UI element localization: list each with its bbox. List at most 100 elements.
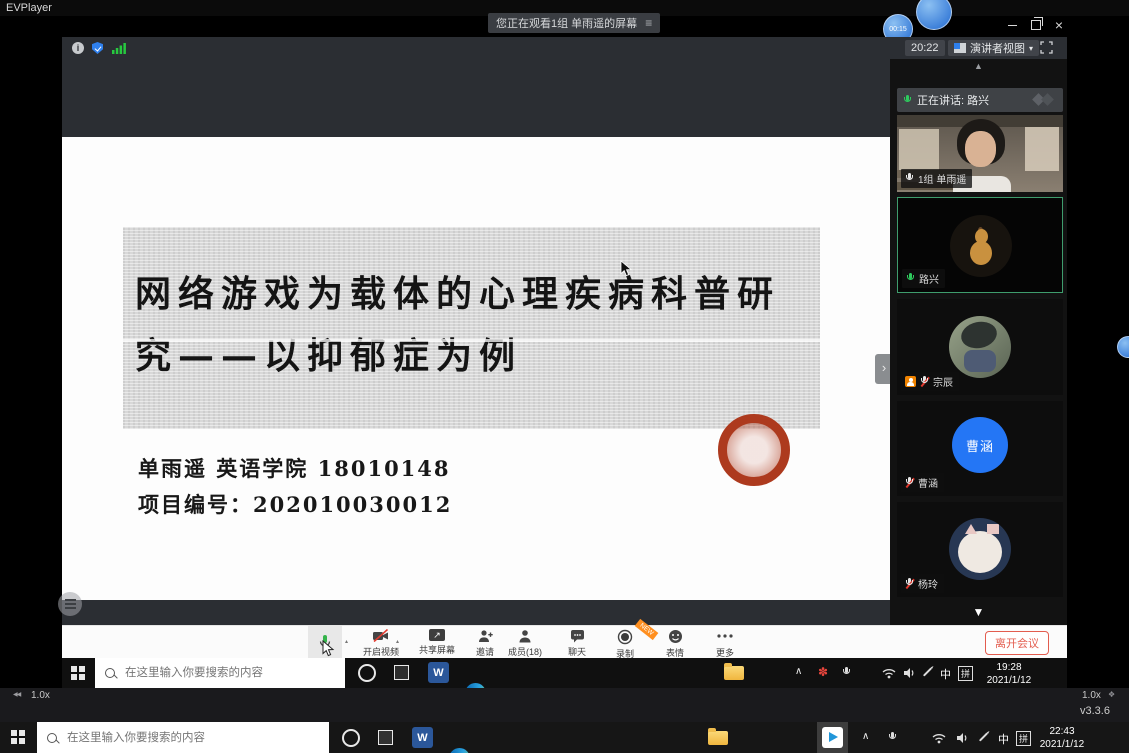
meeting-toolbar: ▴ 开启视频 ▴ ↗ 共享屏幕 邀请 (62, 625, 1067, 658)
shield-icon[interactable] (92, 42, 103, 54)
more-icon (717, 629, 733, 644)
search-icon (47, 733, 57, 743)
evplayer-taskbar-icon[interactable] (817, 722, 848, 753)
volume-icon[interactable] (903, 667, 916, 679)
tray-expand-icon[interactable]: ∧ (795, 666, 802, 677)
tray-expand-icon[interactable]: ∧ (862, 731, 869, 742)
slide-project-number: 项目编号：202010030012 (138, 489, 452, 519)
restore-button[interactable] (1027, 19, 1045, 33)
floating-bubble[interactable] (916, 0, 952, 30)
avatar (950, 215, 1012, 277)
fullscreen-icon[interactable] (1040, 41, 1053, 54)
ime-mode-icon[interactable]: 拼 (1016, 731, 1031, 746)
members-button[interactable]: 成员(18) (502, 629, 548, 658)
presentation-slide: 网络游戏为载体的心理疾病科普研 究——以抑郁症为例 单雨遥 英语学院 18010… (62, 137, 890, 600)
participant-label: 路兴 (902, 269, 945, 288)
participant-tile[interactable]: 曹涵 曹涵 (897, 401, 1063, 496)
system-clock[interactable]: 22:43 2021/1/12 (1032, 726, 1092, 751)
task-view-icon[interactable] (378, 730, 393, 745)
scroll-up-arrow[interactable]: ▲ (890, 61, 1067, 71)
share-screen-button[interactable]: ↗ 共享屏幕 (414, 629, 460, 656)
ime-language-icon[interactable]: 中 (940, 666, 951, 682)
emoji-button[interactable]: 表情 (652, 629, 698, 659)
cortana-icon[interactable] (342, 729, 360, 747)
more-button[interactable]: 更多 (702, 629, 748, 659)
task-view-icon[interactable] (394, 665, 409, 680)
chat-button[interactable]: 聊天 (554, 629, 600, 658)
participant-name: 1组 单雨遥 (918, 171, 966, 186)
windows-start-icon[interactable] (71, 666, 85, 680)
minimize-icon (1008, 25, 1017, 27)
volume-icon[interactable] (956, 732, 969, 744)
search-input[interactable] (123, 666, 335, 680)
participant-tile[interactable]: 宗辰 (897, 299, 1063, 395)
mic-on-icon (906, 273, 915, 284)
cortana-icon[interactable] (358, 664, 376, 682)
recorded-search-box[interactable] (95, 658, 345, 688)
file-explorer-icon[interactable] (708, 731, 728, 750)
info-icon[interactable]: i (72, 42, 84, 54)
hand-cursor (322, 640, 335, 657)
pen-icon[interactable] (923, 667, 932, 676)
avatar: 曹涵 (952, 417, 1008, 473)
ime-mode-icon[interactable]: 拼 (958, 666, 973, 681)
meeting-window: i 20:22 演讲者视图 ▾ 网络游戏为载体的心理疾病科普研 (62, 37, 1067, 688)
system-search-box[interactable] (37, 722, 329, 753)
network-signal-icon[interactable] (112, 42, 126, 55)
rate-marker-icon: ❖ (1108, 690, 1115, 699)
participant-tile[interactable]: 杨玲 (897, 502, 1063, 597)
floating-menu-handle[interactable] (58, 592, 82, 616)
mute-button[interactable] (308, 626, 342, 658)
windows-start-icon[interactable] (11, 730, 25, 744)
start-video-label: 开启视频 (363, 645, 399, 658)
participant-name: 宗辰 (933, 374, 953, 389)
leave-meeting-button[interactable]: 离开会议 (985, 631, 1049, 655)
banner-menu-icon[interactable]: ≡ (645, 16, 652, 30)
search-input[interactable] (65, 731, 319, 745)
members-icon (518, 629, 532, 643)
meeting-header: i 20:22 演讲者视图 ▾ (62, 37, 1067, 59)
wifi-icon[interactable] (932, 732, 946, 744)
scroll-down-arrow[interactable]: ▼ (890, 605, 1067, 619)
chevron-right-icon: › (882, 360, 886, 375)
close-button[interactable]: × (1050, 19, 1068, 33)
playback-rate-right: 1.0x (1082, 690, 1101, 701)
leave-meeting-label: 离开会议 (995, 635, 1039, 651)
meeting-clock-text: 20:22 (911, 42, 939, 54)
system-taskbar: W P X ♫ × A ∧ 中 拼 22:43 2021/1/12 (0, 722, 1129, 753)
wifi-icon[interactable] (882, 667, 896, 679)
avatar-initials: 曹涵 (966, 436, 994, 455)
chevron-down-icon: ▾ (1029, 44, 1033, 53)
active-speaker-bar: 正在讲话: 路兴 (897, 88, 1063, 112)
file-explorer-icon[interactable] (724, 666, 744, 685)
slide-title-banner: 网络游戏为载体的心理疾病科普研 究——以抑郁症为例 (123, 227, 820, 429)
rewind-icon[interactable]: ◀◀ (13, 691, 20, 698)
participant-tile[interactable]: 路兴 (897, 197, 1063, 293)
view-mode-button[interactable]: 演讲者视图 ▾ (948, 40, 1039, 56)
recorded-taskbar: W P X ♫ × ∧ ✽ 中 拼 (62, 658, 1067, 688)
participant-name: 路兴 (919, 271, 939, 286)
view-mode-label: 演讲者视图 (970, 40, 1025, 56)
participants-sidebar: ▲ 正在讲话: 路兴 1组 单雨遥 (890, 59, 1067, 625)
video-options-caret[interactable]: ▴ (396, 638, 399, 645)
edge-bubble[interactable] (1117, 336, 1129, 358)
word-icon[interactable]: W (428, 662, 449, 683)
participant-tile-video[interactable]: 1组 单雨遥 (897, 115, 1063, 192)
mic-options-caret[interactable]: ▴ (345, 638, 348, 645)
edge-icon[interactable] (449, 748, 470, 753)
tray-mic-icon[interactable] (842, 667, 851, 678)
playback-rate[interactable]: 1.0x (31, 690, 50, 701)
tray-app-icon[interactable]: ✽ (818, 665, 828, 679)
chat-icon (570, 629, 585, 643)
minimize-button[interactable] (1003, 19, 1021, 33)
recorded-date: 2021/1/12 (980, 675, 1038, 688)
tray-mic-icon[interactable] (888, 732, 897, 743)
record-button[interactable]: NEW 录制 (602, 629, 648, 660)
ime-language-icon[interactable]: 中 (998, 731, 1009, 747)
slide-title-line1: 网络游戏为载体的心理疾病科普研 (135, 265, 780, 317)
word-icon[interactable]: W (412, 727, 433, 748)
recorded-clock[interactable]: 19:28 2021/1/12 (980, 662, 1038, 687)
members-label: 成员(18) (508, 645, 542, 658)
avatar (949, 518, 1011, 580)
pen-icon[interactable] (979, 732, 988, 741)
